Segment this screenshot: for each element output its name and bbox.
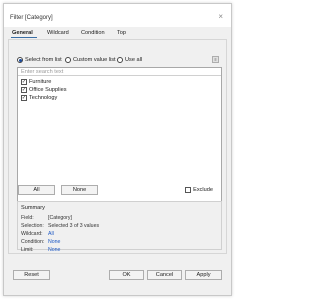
- summary-condition-label: Condition:: [21, 239, 45, 245]
- summary-condition-link[interactable]: None: [48, 239, 60, 245]
- summary-panel: Summary Field: [Category] Selection: Sel…: [17, 201, 222, 253]
- cancel-button[interactable]: Cancel: [147, 270, 182, 280]
- summary-selection-label: Selection:: [21, 223, 44, 229]
- tab-bar: General Wildcard Condition Top: [4, 27, 231, 38]
- dialog-title: Filter [Category]: [10, 15, 53, 21]
- general-panel: Select from list Custom value list Use a…: [8, 39, 227, 254]
- radio-unselected-icon: [65, 57, 71, 63]
- select-all-button[interactable]: All: [18, 185, 55, 195]
- list-options-button[interactable]: ≡: [212, 56, 219, 63]
- list-item-technology[interactable]: ✓ Technology: [21, 95, 57, 101]
- tab-condition[interactable]: Condition: [81, 30, 105, 36]
- checkbox-checked-icon: ✓: [21, 78, 27, 85]
- search-input[interactable]: [18, 68, 221, 76]
- exclude-label: Exclude: [193, 187, 213, 193]
- radio-selected-icon: [17, 57, 23, 63]
- radio-label: Use all: [125, 57, 143, 63]
- apply-button[interactable]: Apply: [185, 270, 222, 280]
- list-item-office-supplies[interactable]: ✓ Office Supplies: [21, 87, 67, 93]
- exclude-checkbox[interactable]: Exclude: [185, 187, 213, 193]
- radio-label: Custom value list: [73, 57, 116, 63]
- list-item-label: Office Supplies: [29, 87, 67, 93]
- tab-top[interactable]: Top: [117, 30, 126, 36]
- select-none-button[interactable]: None: [61, 185, 98, 195]
- tab-wildcard[interactable]: Wildcard: [47, 30, 69, 36]
- summary-selection-value: Selected 3 of 3 values: [48, 223, 100, 229]
- title-bar: Filter [Category] ×: [4, 4, 231, 27]
- summary-wildcard-link[interactable]: All: [48, 231, 54, 237]
- summary-title: Summary: [21, 205, 45, 211]
- summary-wildcard-label: Wildcard:: [21, 231, 43, 237]
- radio-unselected-icon: [117, 57, 123, 63]
- filter-dialog: Filter [Category] × General Wildcard Con…: [3, 3, 232, 296]
- radio-use-all[interactable]: Use all: [117, 57, 142, 63]
- list-item-label: Technology: [29, 95, 58, 101]
- radio-label: Select from list: [25, 57, 62, 63]
- active-tab-indicator: [11, 37, 37, 38]
- reset-button[interactable]: Reset: [13, 270, 50, 280]
- summary-limit-link[interactable]: None: [48, 247, 60, 253]
- radio-select-from-list[interactable]: Select from list: [17, 57, 62, 63]
- summary-field-value: [Category]: [48, 215, 72, 221]
- close-icon[interactable]: ×: [218, 13, 223, 21]
- ok-button[interactable]: OK: [109, 270, 144, 280]
- summary-limit-label: Limit:: [21, 247, 34, 253]
- radio-custom-value-list[interactable]: Custom value list: [65, 57, 116, 63]
- tab-general[interactable]: General: [12, 30, 33, 36]
- checkbox-unchecked-icon: [185, 187, 192, 193]
- list-item-label: Furniture: [29, 79, 52, 85]
- list-item-furniture[interactable]: ✓ Furniture: [21, 79, 51, 85]
- checkbox-checked-icon: ✓: [21, 86, 27, 93]
- checkbox-checked-icon: ✓: [21, 94, 27, 101]
- summary-field-label: Field:: [21, 215, 34, 221]
